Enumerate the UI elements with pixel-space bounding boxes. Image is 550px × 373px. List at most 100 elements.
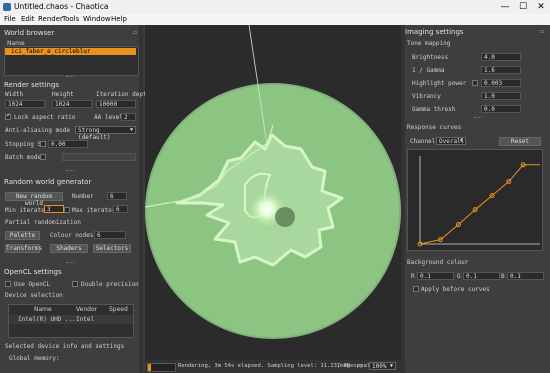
resize-handle[interactable]	[66, 170, 74, 173]
aa-level-label: AA level	[94, 114, 123, 121]
status-text: Rendering, 3m 54s elapsed. Sampling leve…	[178, 363, 364, 369]
batch-mode-checkbox[interactable]	[40, 154, 46, 160]
number-label: Number	[72, 193, 94, 200]
maximize-button[interactable]: ☐	[514, 0, 532, 14]
number-field[interactable]: 6	[107, 192, 127, 200]
shaders-button[interactable]: Shaders	[50, 244, 88, 253]
dock-icon[interactable]: ▫	[540, 28, 544, 35]
new-random-world-button[interactable]: New random world	[5, 192, 63, 207]
vibrancy-field[interactable]: 1.0	[481, 92, 521, 100]
lock-aspect-label: Lock aspect ratio	[14, 114, 76, 121]
depth-field[interactable]: 10000	[96, 100, 136, 108]
aa-mode-select[interactable]: Strong (default) ▼	[75, 126, 136, 141]
world-list: Name ici_faber_e_circleblur	[4, 40, 139, 76]
bg-r-field[interactable]: 0.1	[417, 272, 454, 280]
stopping-sl-checkbox[interactable]	[40, 141, 46, 147]
menu-tools[interactable]: Tools	[62, 15, 79, 23]
menu-window[interactable]: Window	[83, 15, 111, 23]
column-header-name: Name	[34, 306, 52, 313]
height-field[interactable]: 1024	[52, 100, 92, 108]
image-scale-select[interactable]: 100% ▼	[369, 362, 396, 370]
random-world-title: Random world generator	[4, 178, 92, 186]
height-label: Height	[52, 91, 74, 98]
opencl-title: OpenCL settings	[4, 268, 62, 276]
reset-button[interactable]: Reset	[499, 137, 541, 146]
device-name-cell: Intel(R) UHD ...	[18, 316, 76, 323]
palette-button[interactable]: Palette	[5, 231, 40, 240]
bg-r-label: R	[411, 273, 415, 280]
max-iterators-label: Max iterators	[72, 207, 119, 214]
gamma-thresh-field[interactable]: 0.0	[481, 105, 521, 113]
lock-aspect-checkbox[interactable]	[5, 112, 11, 120]
double-precision-checkbox[interactable]	[72, 281, 78, 287]
minimize-button[interactable]: —	[496, 0, 514, 14]
highlight-power-checkbox[interactable]	[472, 80, 478, 86]
bg-g-label: G	[457, 273, 461, 280]
colour-nodes-field[interactable]: 6	[94, 231, 126, 239]
render-settings-title: Render settings	[4, 81, 60, 89]
world-list-item[interactable]: ici_faber_e_circleblur	[5, 48, 136, 55]
highlight-power-field[interactable]: 0.003	[481, 79, 521, 87]
partial-randomization-label: Partial randomization	[5, 219, 81, 226]
channel-select[interactable]: Overall ▼	[436, 137, 466, 145]
menu-file[interactable]: File	[4, 15, 16, 23]
depth-label: Iteration depth	[96, 91, 151, 98]
resize-handle[interactable]	[474, 117, 482, 120]
batch-mode-field[interactable]	[62, 153, 136, 161]
bg-g-field[interactable]: 0.1	[463, 272, 500, 280]
chevron-down-icon: ▼	[389, 363, 393, 369]
resize-handle[interactable]	[66, 76, 74, 79]
response-curve[interactable]	[408, 150, 542, 250]
double-precision-label: Double precision	[81, 281, 139, 288]
response-curve-editor[interactable]	[407, 149, 543, 251]
world-browser-title: World browser	[4, 29, 55, 37]
menu-render[interactable]: Render	[38, 15, 63, 23]
stopping-sl-label: Stopping SL	[5, 141, 45, 148]
background-colour-label: Background colour	[407, 259, 469, 266]
dock-icon[interactable]: ▫	[133, 29, 137, 36]
tone-mapping-label: Tone mapping	[407, 40, 451, 47]
min-iterators-field[interactable]: 3	[44, 205, 64, 213]
brightness-field[interactable]: 4.0	[481, 53, 521, 61]
menu-edit[interactable]: Edit	[21, 15, 35, 23]
highlight-power-label: Highlight power	[412, 80, 467, 87]
apply-before-curves-checkbox[interactable]	[413, 286, 419, 292]
max-iterators-field[interactable]: 6	[113, 205, 128, 213]
use-opencl-label: Use OpenCL	[14, 281, 51, 288]
imaging-settings-title: Imaging settings	[405, 28, 464, 36]
aa-mode-value: Strong (default)	[78, 127, 111, 141]
render-canvas[interactable]	[145, 25, 401, 360]
apply-before-curves-label: Apply before curves	[421, 286, 490, 293]
chevron-down-icon: ▼	[459, 138, 463, 144]
world-list-header: Name	[7, 40, 25, 47]
title-bar: Untitled.chaos - Chaotica — ☐ ✕	[0, 0, 550, 14]
device-vendor-cell: Intel	[76, 316, 95, 323]
render-progress-fill	[148, 364, 152, 371]
image-scale-value: 100%	[372, 363, 387, 370]
close-button[interactable]: ✕	[532, 0, 550, 14]
column-header-speed: Speed	[109, 306, 128, 313]
table-row[interactable]: Intel(R) UHD ... Intel	[9, 315, 133, 324]
menu-help[interactable]: Help	[111, 15, 127, 23]
stopping-sl-field[interactable]: 0.00	[48, 140, 88, 148]
column-header-vendor: Vendor	[76, 306, 98, 313]
max-iterators-checkbox[interactable]	[64, 207, 70, 213]
resize-handle[interactable]	[66, 262, 74, 265]
gamma-field[interactable]: 1.6	[481, 66, 521, 74]
width-label: Width	[5, 91, 24, 98]
transforms-button[interactable]: Transforms	[5, 244, 42, 253]
width-field[interactable]: 1024	[5, 100, 45, 108]
status-bar: Rendering, 3m 54s elapsed. Sampling leve…	[145, 360, 401, 373]
device-selection-label: Device selection	[5, 292, 63, 299]
left-panel-splitter[interactable]	[139, 25, 143, 373]
colour-nodes-label: Colour nodes	[50, 232, 94, 239]
bg-b-label: B	[501, 273, 505, 280]
aa-level-field[interactable]: 2	[121, 113, 136, 121]
batch-mode-label: Batch mode	[5, 154, 42, 161]
bg-b-field[interactable]: 0.1	[507, 272, 544, 280]
app-icon	[3, 3, 11, 11]
use-opencl-checkbox[interactable]	[5, 281, 11, 287]
selectors-button[interactable]: Selectors	[93, 244, 131, 253]
fractal-shadow	[275, 207, 295, 227]
global-memory-label: Global memory:	[9, 355, 60, 362]
